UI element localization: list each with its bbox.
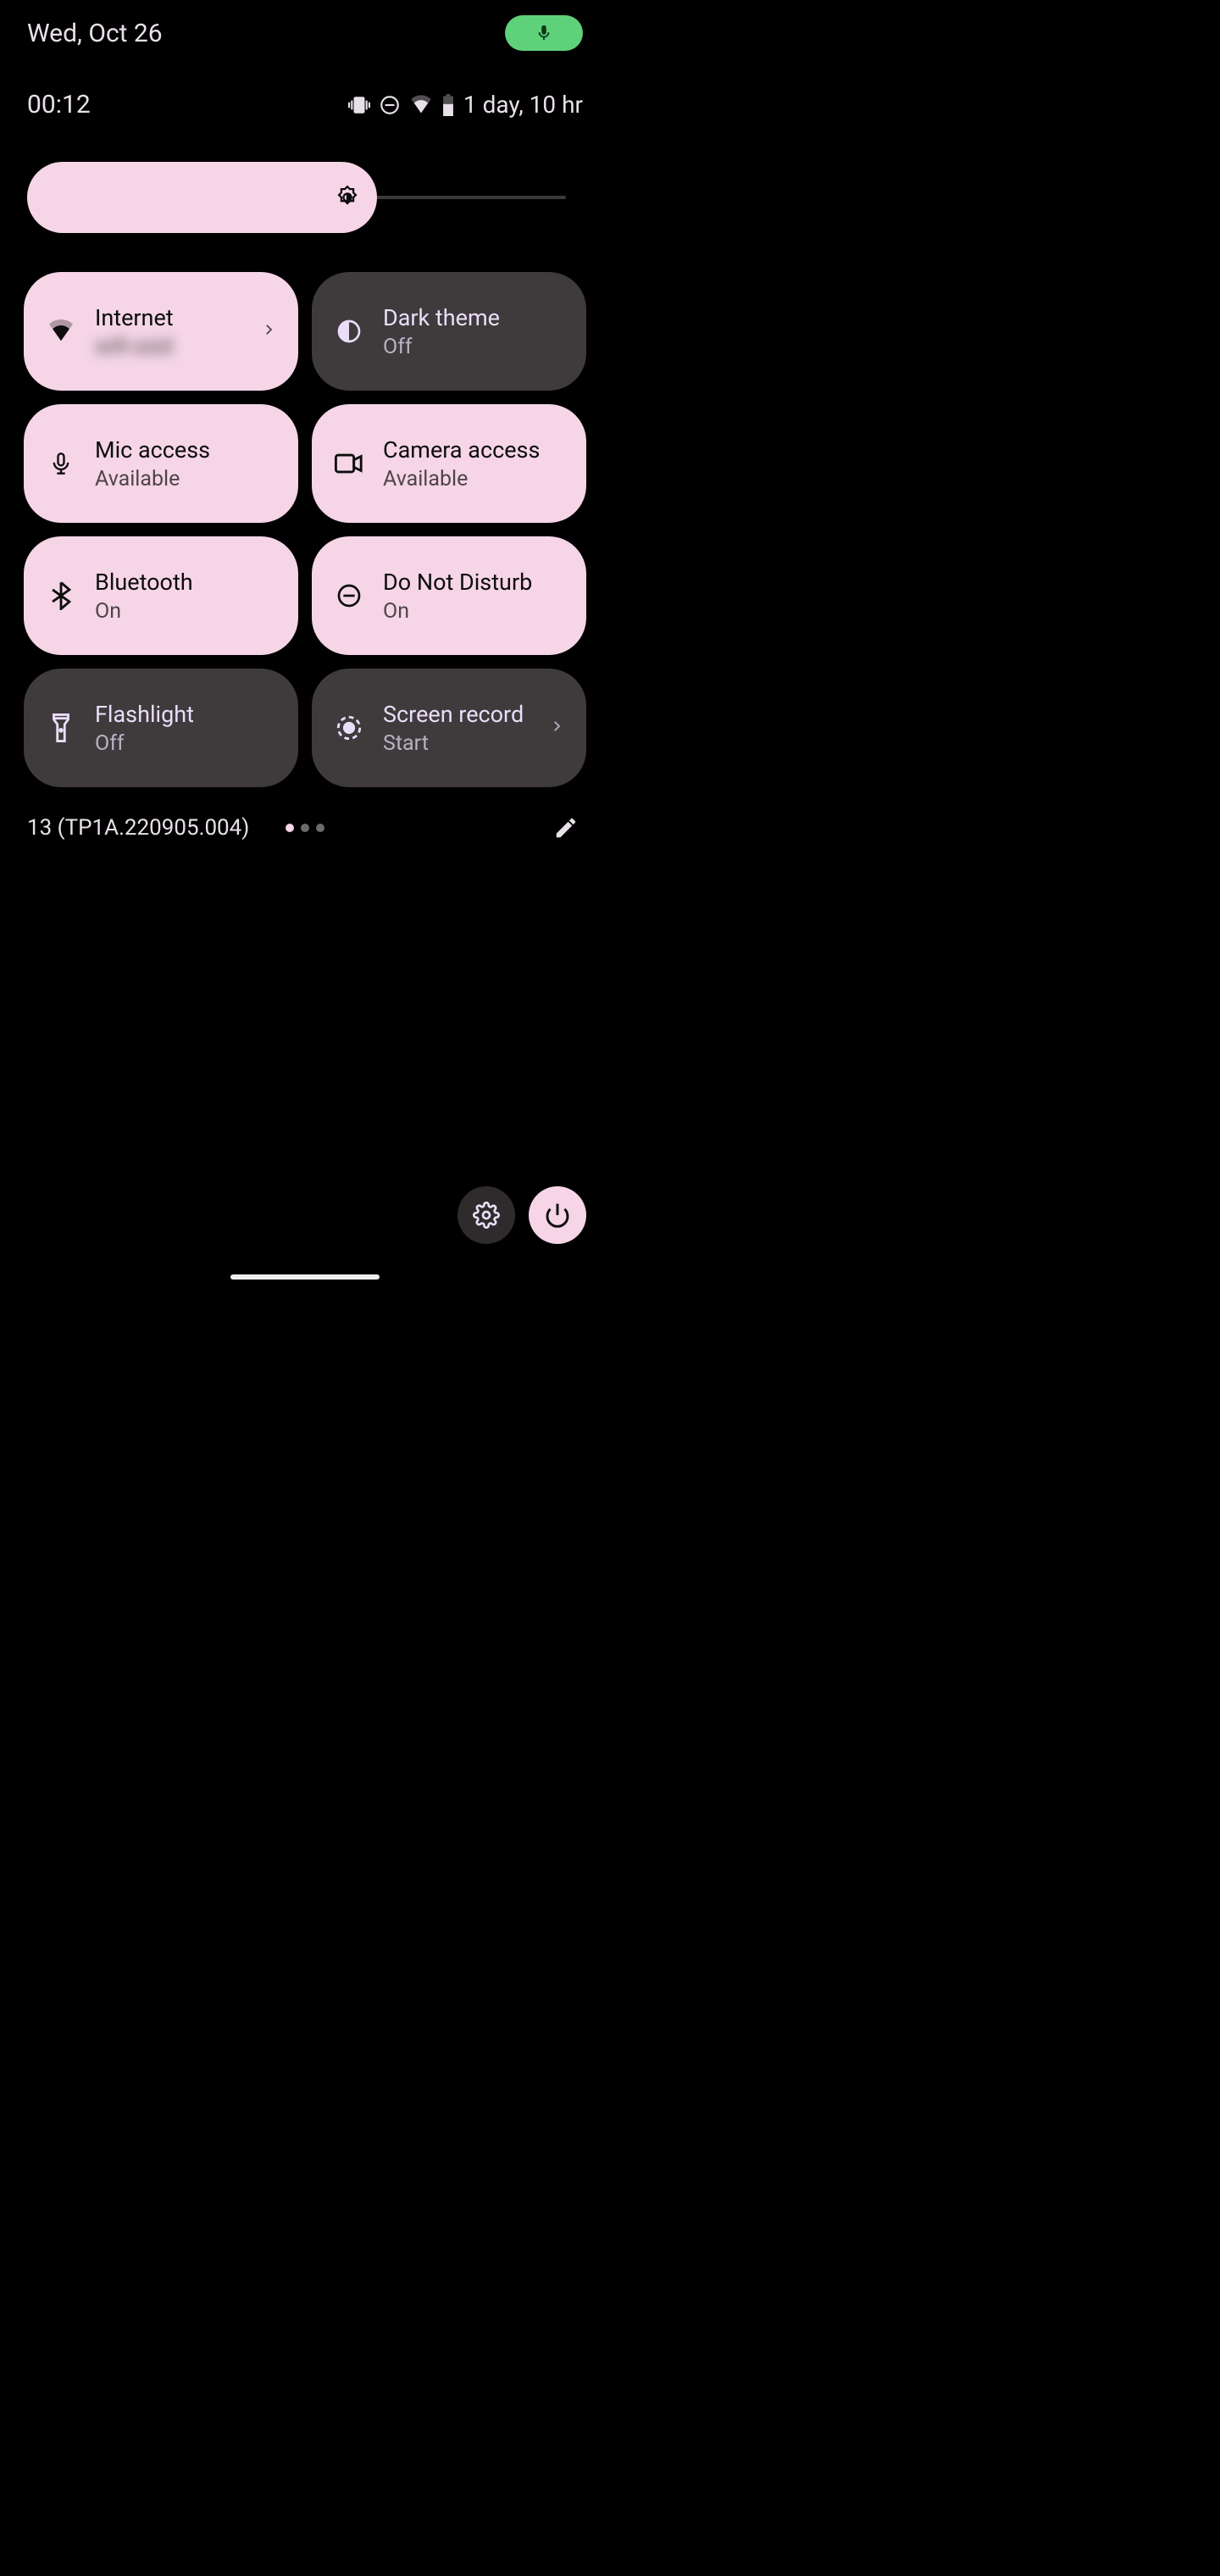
bluetooth-icon [46, 580, 76, 611]
tile-dark-theme[interactable]: Dark theme Off [312, 272, 586, 391]
tile-title: Mic access [95, 436, 276, 464]
tile-do-not-disturb[interactable]: Do Not Disturb On [312, 536, 586, 655]
power-icon [544, 1202, 571, 1229]
gesture-nav-bar[interactable] [230, 1274, 380, 1280]
tile-subtitle: On [95, 599, 276, 624]
page-indicator [286, 824, 324, 832]
vibrate-icon [348, 94, 370, 116]
tile-subtitle: Off [95, 731, 276, 756]
dark-theme-icon [334, 316, 364, 347]
brightness-icon [333, 183, 362, 212]
wifi-icon [46, 316, 76, 347]
wifi-status-icon [409, 95, 433, 115]
settings-button[interactable] [458, 1186, 515, 1244]
mic-icon [46, 448, 76, 479]
tile-subtitle: Available [383, 467, 564, 491]
chevron-right-icon [261, 322, 276, 341]
power-button[interactable] [529, 1186, 586, 1244]
tile-camera-access[interactable]: Camera access Available [312, 404, 586, 523]
tile-title: Screen record [383, 701, 530, 728]
tile-subtitle: wifi-ssid [95, 335, 242, 359]
status-bar: 00:12 1 day, 10 hr [0, 51, 610, 119]
brightness-fill [27, 162, 377, 233]
tile-title: Flashlight [95, 701, 276, 728]
pencil-icon [553, 815, 579, 841]
tile-title: Bluetooth [95, 569, 276, 596]
battery-time-label: 1 day, 10 hr [463, 91, 583, 119]
battery-status-icon [441, 94, 455, 116]
quick-settings-tiles: Internet wifi-ssid Dark theme Off Mic ac… [0, 233, 610, 787]
date-label: Wed, Oct 26 [27, 19, 163, 48]
tile-mic-access[interactable]: Mic access Available [24, 404, 298, 523]
page-dot [316, 824, 324, 832]
flashlight-icon [46, 713, 76, 743]
tile-subtitle: Off [383, 335, 564, 359]
edit-tiles-button[interactable] [549, 811, 583, 845]
mic-active-indicator[interactable] [505, 15, 583, 51]
tile-subtitle: Available [95, 467, 276, 491]
tile-internet[interactable]: Internet wifi-ssid [24, 272, 298, 391]
status-icons: 1 day, 10 hr [348, 91, 583, 119]
screen-record-icon [334, 713, 364, 743]
build-label: 13 (TP1A.220905.004) [27, 815, 249, 841]
dnd-icon [334, 580, 364, 611]
tile-bluetooth[interactable]: Bluetooth On [24, 536, 298, 655]
dnd-status-icon [379, 94, 401, 116]
brightness-slider[interactable] [27, 162, 583, 233]
tile-title: Internet [95, 304, 242, 331]
camera-icon [334, 448, 364, 479]
qs-footer: 13 (TP1A.220905.004) [0, 787, 610, 845]
chevron-right-icon [549, 719, 564, 737]
page-dot [286, 824, 294, 832]
page-dot [301, 824, 309, 832]
tile-title: Camera access [383, 436, 564, 464]
mic-icon [535, 23, 553, 43]
clock-label: 00:12 [27, 90, 91, 119]
tile-subtitle: Start [383, 731, 530, 756]
tile-flashlight[interactable]: Flashlight Off [24, 669, 298, 787]
tile-title: Dark theme [383, 304, 564, 331]
tile-subtitle: On [383, 599, 564, 624]
header-row: Wed, Oct 26 [0, 0, 610, 51]
bottom-actions [458, 1186, 586, 1244]
gear-icon [473, 1202, 500, 1229]
tile-screen-record[interactable]: Screen record Start [312, 669, 586, 787]
tile-title: Do Not Disturb [383, 569, 564, 596]
